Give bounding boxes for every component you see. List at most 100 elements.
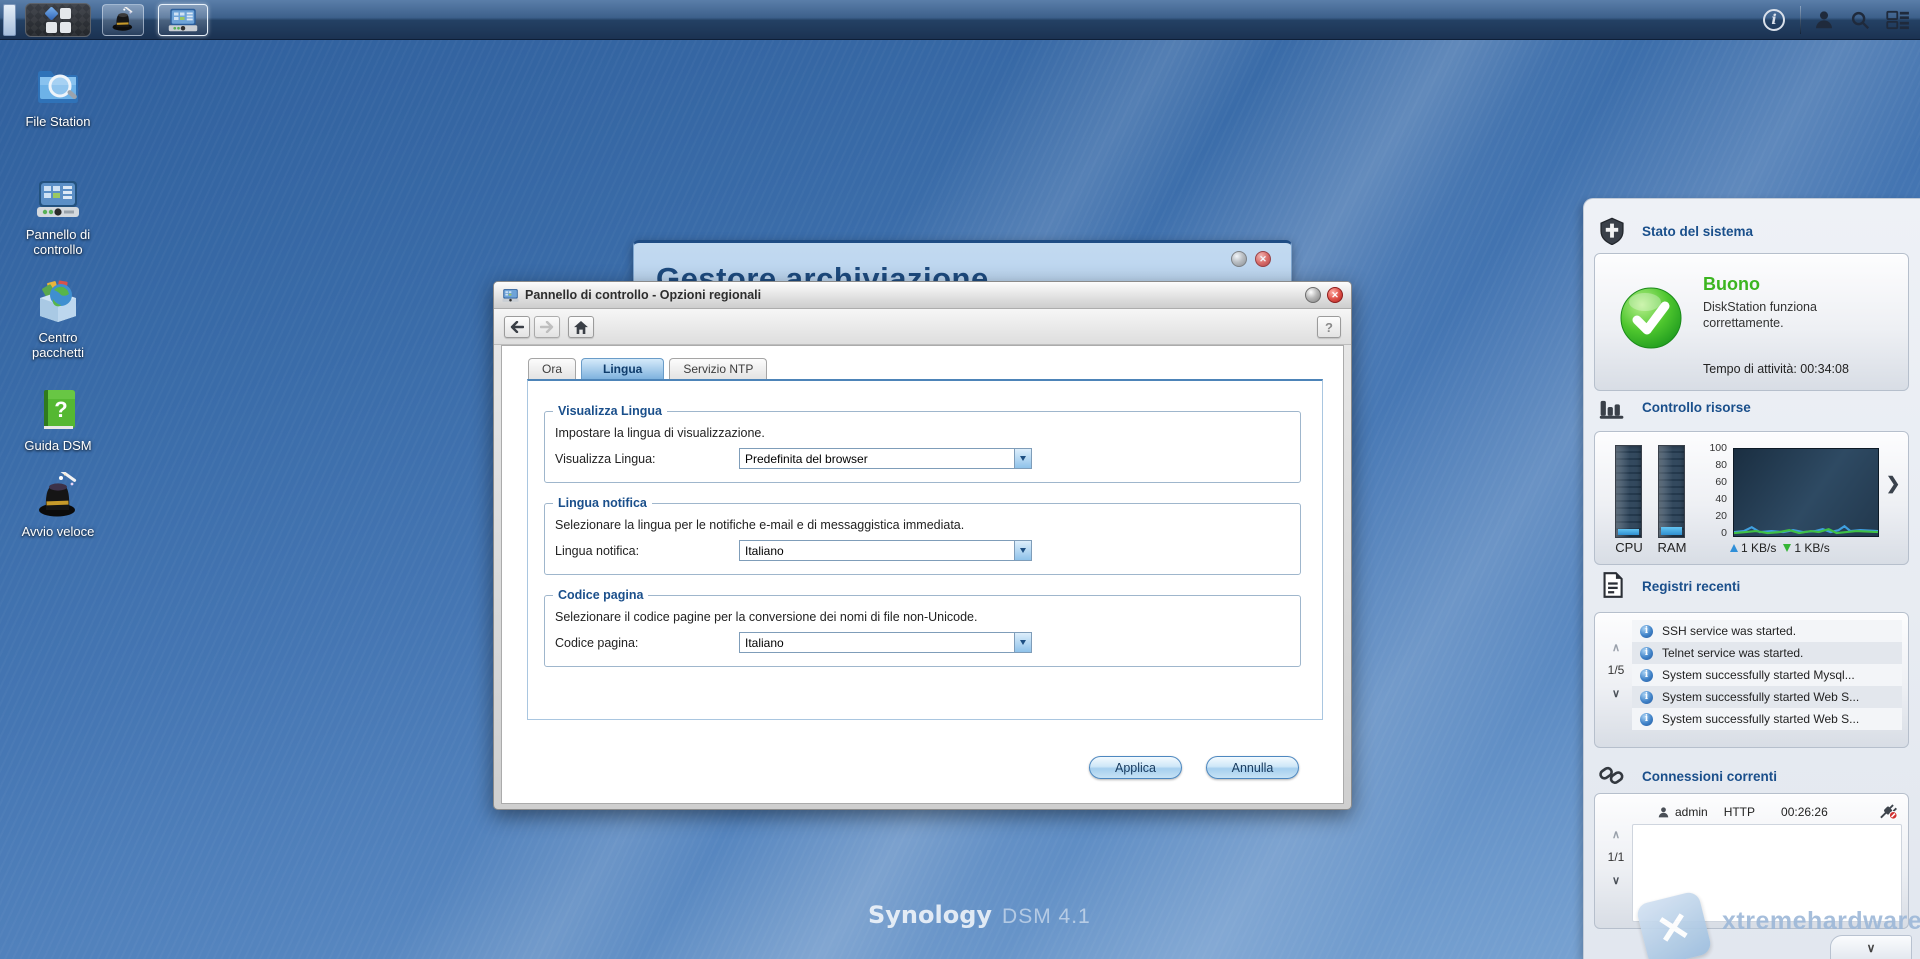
desktop-icon-quick-start[interactable]: Avvio veloce — [12, 472, 104, 540]
section-legend: Visualizza Lingua — [553, 404, 667, 418]
axis-tick: 0 — [1687, 527, 1727, 539]
section-description: Impostare la lingua di visualizzazione. — [555, 426, 765, 440]
log-row[interactable]: i SSH service was started. — [1632, 620, 1902, 642]
expand-arrow-icon[interactable]: ❯ — [1886, 474, 1900, 494]
synology-dsm-logo: Synology DSM 4.1 — [868, 901, 1091, 929]
cancel-button[interactable]: Annulla — [1206, 756, 1299, 779]
back-button[interactable] — [504, 316, 530, 338]
minimize-button[interactable] — [1231, 251, 1247, 267]
close-icon[interactable]: ✕ — [1327, 287, 1343, 303]
widgets-collapse-button[interactable]: ∨ — [1830, 935, 1912, 959]
display-language-section: Visualizza Lingua Impostare la lingua di… — [544, 411, 1301, 483]
apply-button[interactable]: Applica — [1089, 756, 1182, 779]
system-status-box: Buono DiskStation funziona correttamente… — [1594, 253, 1909, 391]
field-label: Lingua notifica: — [555, 544, 639, 558]
taskbar: i — [0, 0, 1920, 40]
close-icon[interactable]: ✕ — [1255, 251, 1271, 267]
axis-tick: 60 — [1687, 476, 1727, 488]
desktop-icon-label: Centro pacchetti — [12, 331, 104, 361]
axis-tick: 80 — [1687, 459, 1727, 471]
logs-page-down-icon[interactable]: ∨ — [1603, 687, 1629, 700]
connections-page-up-icon[interactable]: ∧ — [1603, 828, 1629, 841]
home-button[interactable] — [568, 316, 594, 338]
logs-page-up-icon[interactable]: ∧ — [1603, 641, 1629, 654]
desktop-icon-control-panel[interactable]: Pannello di controllo — [12, 175, 104, 258]
axis-tick: 100 — [1687, 442, 1727, 454]
log-row[interactable]: i System successfully started Mysql... — [1632, 664, 1902, 686]
section-description: Selezionare la lingua per le notifiche e… — [555, 518, 964, 532]
forward-button[interactable] — [534, 316, 560, 338]
main-menu-button[interactable] — [25, 3, 91, 37]
package-center-icon — [34, 278, 82, 326]
pilot-view-button[interactable] — [1884, 7, 1912, 33]
desktop-icon-label: Avvio veloce — [12, 525, 104, 540]
forward-arrow-icon — [540, 321, 554, 333]
widgets-panel: Stato del sistema Buono DiskStation funz… — [1583, 198, 1920, 959]
resource-monitor-box: CPU RAM 100 80 60 40 20 0 ❯ 1 KB/s 1 KB/… — [1594, 431, 1909, 565]
upload-arrow-icon — [1730, 544, 1738, 552]
file-station-icon — [34, 62, 82, 110]
bar-chart-icon — [1598, 393, 1626, 421]
help-button[interactable]: ? — [1317, 316, 1341, 338]
info-button[interactable]: i — [1760, 7, 1788, 33]
download-arrow-icon — [1783, 544, 1791, 552]
tab-servizio-ntp[interactable]: Servizio NTP — [669, 358, 767, 379]
connection-user: admin — [1675, 805, 1708, 819]
info-icon: i — [1640, 669, 1653, 682]
pilot-view-icon — [1886, 10, 1910, 30]
taskbar-quick-launch-button[interactable] — [102, 4, 144, 36]
notification-language-select[interactable]: Italiano — [739, 540, 1032, 561]
disconnect-icon[interactable] — [1879, 804, 1898, 820]
resource-monitor-title: Controllo risorse — [1642, 400, 1751, 415]
upload-value: 1 KB/s — [1741, 541, 1776, 555]
taskbar-control-panel-button[interactable] — [158, 4, 208, 36]
main-menu-icon — [46, 8, 71, 33]
connection-protocol: HTTP — [1724, 805, 1755, 819]
tab-lingua[interactable]: Lingua — [581, 358, 664, 379]
tab-ora[interactable]: Ora — [528, 358, 576, 379]
desktop-icon-dsm-help[interactable]: ? Guida DSM — [12, 386, 104, 454]
search-icon — [1849, 9, 1871, 31]
user-icon — [1657, 806, 1670, 819]
control-panel-icon — [168, 7, 198, 33]
log-row[interactable]: i System successfully started Web S... — [1632, 686, 1902, 708]
shield-icon — [1598, 217, 1626, 245]
minimize-button[interactable] — [1305, 287, 1321, 303]
section-legend: Codice pagina — [553, 588, 648, 602]
help-label: ? — [1325, 320, 1333, 335]
control-panel-icon — [502, 288, 519, 303]
connections-page-down-icon[interactable]: ∨ — [1603, 874, 1629, 887]
select-value: Italiano — [745, 544, 784, 558]
desktop-icon-package-center[interactable]: Centro pacchetti — [12, 278, 104, 361]
user-menu-button[interactable] — [1810, 7, 1838, 33]
desktop-icon-label: Pannello di controllo — [12, 228, 104, 258]
search-button[interactable] — [1846, 7, 1874, 33]
chevron-down-icon[interactable] — [1014, 449, 1031, 468]
dialog-titlebar[interactable]: Pannello di controllo - Opzioni regional… — [494, 282, 1351, 309]
chevron-down-icon[interactable] — [1014, 541, 1031, 560]
dialog-title: Pannello di controllo - Opzioni regional… — [525, 288, 761, 302]
svg-text:?: ? — [54, 397, 67, 422]
show-desktop-button[interactable] — [3, 4, 16, 36]
log-row[interactable]: i Telnet service was started. — [1632, 642, 1902, 664]
network-stats: 1 KB/s 1 KB/s — [1730, 541, 1830, 555]
recent-logs-title: Registri recenti — [1642, 579, 1740, 594]
quick-start-icon — [34, 472, 82, 520]
network-chart — [1733, 448, 1879, 537]
codepage-section: Codice pagina Selezionare il codice pagi… — [544, 595, 1301, 667]
desktop-icon-file-station[interactable]: File Station — [12, 62, 104, 130]
status-description: DiskStation funziona correttamente. — [1703, 299, 1878, 332]
connection-row[interactable]: admin HTTP 00:26:26 — [1632, 802, 1902, 822]
log-row[interactable]: i System successfully started Web S... — [1632, 708, 1902, 730]
download-value: 1 KB/s — [1794, 541, 1829, 555]
field-label: Codice pagina: — [555, 636, 638, 650]
chevron-down-icon[interactable] — [1014, 633, 1031, 652]
synology-wordmark: Synology — [868, 901, 992, 929]
info-icon: i — [1640, 691, 1653, 704]
control-panel-desktop-icon — [34, 175, 82, 223]
display-language-select[interactable]: Predefinita del browser — [739, 448, 1032, 469]
codepage-select[interactable]: Italiano — [739, 632, 1032, 653]
connections-page-indicator: 1/1 — [1603, 850, 1629, 864]
lingua-tab-panel: Visualizza Lingua Impostare la lingua di… — [527, 379, 1323, 720]
dialog-toolbar: ? — [494, 309, 1351, 345]
